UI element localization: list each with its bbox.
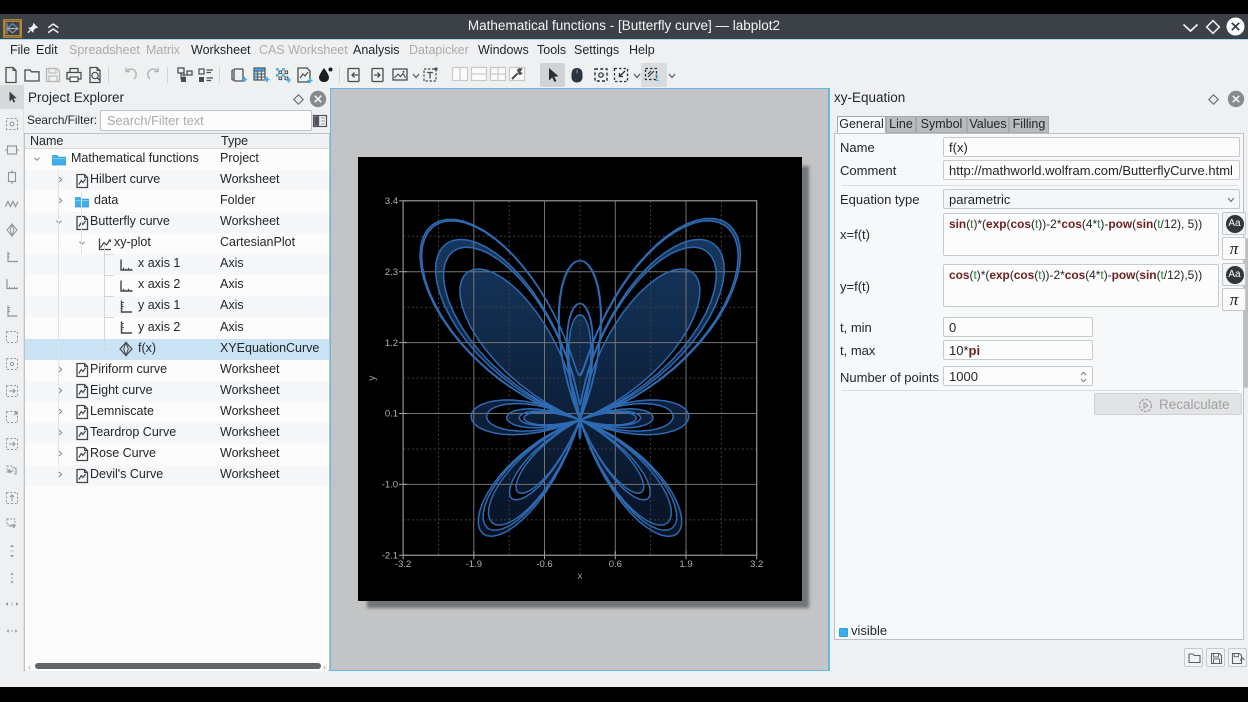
svg-text:1: 1 <box>654 73 660 84</box>
svg-text:-3.2: -3.2 <box>395 559 411 570</box>
svg-text:x: x <box>577 571 582 582</box>
svg-text:-1.0: -1.0 <box>382 480 398 491</box>
svg-text:0.6: 0.6 <box>609 559 622 570</box>
svg-text:3.4: 3.4 <box>385 196 398 207</box>
svg-text:0.1: 0.1 <box>385 409 398 420</box>
svg-text:-0.6: -0.6 <box>536 559 552 570</box>
svg-text:1.9: 1.9 <box>679 559 692 570</box>
svg-text:1.2: 1.2 <box>385 338 398 349</box>
svg-text:2.3: 2.3 <box>385 267 398 278</box>
svg-text:3.2: 3.2 <box>750 559 763 570</box>
svg-text:-1.9: -1.9 <box>466 559 482 570</box>
svg-text:y: y <box>367 376 378 381</box>
